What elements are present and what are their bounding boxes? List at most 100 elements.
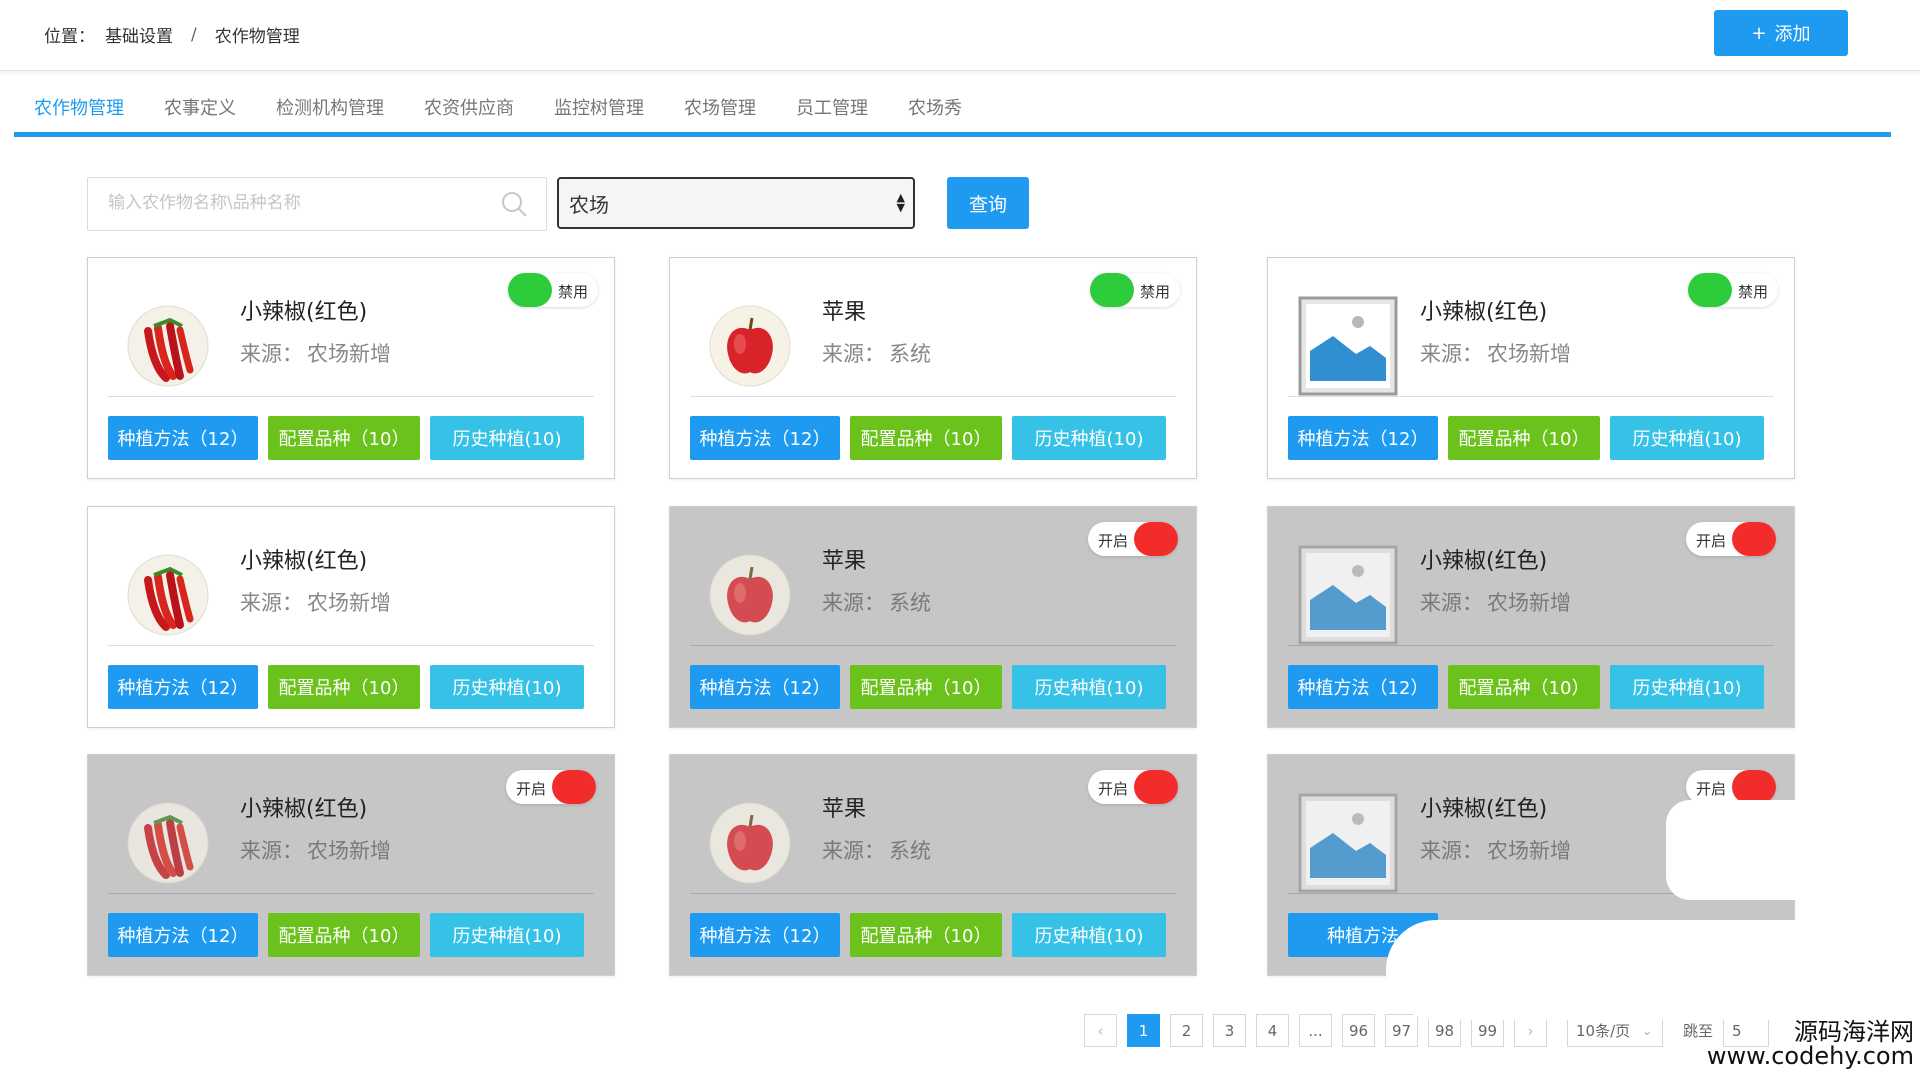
crop-source-label: 来源： [822, 342, 885, 366]
config-variety-button[interactable]: 配置品种（10） [850, 416, 1002, 460]
crop-card: 苹果 来源： 系统 禁用 种植方法（12） 配置品种（10） 历史种植(10) [669, 257, 1197, 479]
crop-source-value: 农场新增 [307, 591, 391, 615]
card-actions: 种植方法（12） 配置品种（10） 历史种植(10) [1288, 665, 1764, 709]
config-variety-button[interactable]: 配置品种（10） [850, 665, 1002, 709]
planting-method-button[interactable]: 种植方法（12） [108, 665, 258, 709]
history-planting-button[interactable]: 历史种植(10) [430, 416, 584, 460]
card-actions: 种植方法（12） 配置品种（10） 历史种植(10) [690, 665, 1166, 709]
config-variety-button[interactable]: 配置品种（10） [268, 416, 420, 460]
page-button[interactable]: 97 [1385, 1014, 1418, 1047]
tab-supplier[interactable]: 农资供应商 [424, 84, 514, 130]
crop-source: 来源： 系统 [822, 338, 931, 368]
crop-source: 来源： 农场新增 [1420, 835, 1571, 865]
history-planting-button[interactable]: 历史种植(10) [430, 913, 584, 957]
crop-source-label: 来源： [1420, 342, 1483, 366]
toggle-knob [1090, 273, 1134, 307]
config-variety-button[interactable]: 配置品种（10） [850, 913, 1002, 957]
crop-name: 小辣椒(红色) [240, 300, 368, 325]
card-divider [690, 396, 1176, 397]
history-planting-button[interactable]: 历史种植(10) [1610, 665, 1764, 709]
tab-crop-management[interactable]: 农作物管理 [34, 84, 124, 130]
prev-page-button[interactable]: ‹ [1084, 1014, 1117, 1047]
card-divider [108, 396, 594, 397]
crop-name: 苹果 [822, 300, 867, 325]
crop-source-label: 来源： [822, 591, 885, 615]
config-variety-button[interactable]: 配置品种（10） [268, 913, 420, 957]
history-planting-button[interactable]: 历史种植(10) [430, 665, 584, 709]
status-toggle[interactable]: 开启 [506, 770, 596, 804]
page-ellipsis[interactable]: ... [1299, 1014, 1332, 1047]
watermark: 源码海洋网 www.codehy.com [1707, 1020, 1914, 1068]
crop-source-value: 系统 [889, 342, 931, 366]
page-button[interactable]: 4 [1256, 1014, 1289, 1047]
query-button[interactable]: 查询 [947, 177, 1029, 229]
crop-name: 小辣椒(红色) [240, 549, 368, 574]
planting-method-button[interactable]: 种植方法（12） [690, 913, 840, 957]
chevron-down-icon: ⌄ [1642, 1023, 1653, 1038]
planting-method-button[interactable]: 种植方法（12） [690, 416, 840, 460]
history-planting-button[interactable]: 历史种植(10) [1012, 665, 1166, 709]
crop-source-value: 系统 [889, 591, 931, 615]
search-input[interactable] [88, 178, 498, 228]
crop-source-value: 农场新增 [1487, 342, 1571, 366]
config-variety-button[interactable]: 配置品种（10） [268, 665, 420, 709]
card-divider [690, 893, 1176, 894]
toggle-knob [552, 770, 596, 804]
search-icon[interactable] [500, 190, 528, 218]
crop-card: 小辣椒(红色) 来源： 农场新增 种植方法（12） 配置品种（10） 历史种植(10… [87, 506, 615, 728]
status-toggle[interactable]: 开启 [1088, 770, 1178, 804]
crop-source-label: 来源： [240, 839, 303, 863]
crop-source-label: 来源： [240, 591, 303, 615]
status-toggle[interactable]: 禁用 [1090, 273, 1180, 307]
config-variety-button[interactable]: 配置品种（10） [1448, 665, 1600, 709]
history-planting-button[interactable]: 历史种植(10) [1610, 416, 1764, 460]
toggle-label: 禁用 [1737, 283, 1768, 301]
farm-select-value: 农场 [569, 192, 609, 217]
page-button[interactable]: 2 [1170, 1014, 1203, 1047]
tab-staff-management[interactable]: 员工管理 [796, 84, 868, 130]
status-toggle[interactable]: 禁用 [1688, 273, 1778, 307]
card-actions: 种植方法（12） 配置品种（10） 历史种植(10) [108, 913, 584, 957]
tab-farming-definition[interactable]: 农事定义 [164, 84, 236, 130]
page-button[interactable]: 3 [1213, 1014, 1246, 1047]
farm-select[interactable]: 农场 ▲ ▼ [557, 177, 915, 229]
top-header: 位置： 基础设置 / 农作物管理 + 添加 [0, 0, 1920, 71]
crop-card: 苹果 来源： 系统 开启 种植方法（12） 配置品种（10） 历史种植(10) [669, 506, 1197, 728]
crop-image [1298, 793, 1398, 893]
card-divider [108, 645, 594, 646]
breadcrumb-item-settings[interactable]: 基础设置 [105, 22, 173, 47]
history-planting-button[interactable]: 历史种植(10) [1012, 913, 1166, 957]
search-box [87, 177, 547, 231]
card-actions: 种植方法（12） 配置品种（10） 历史种植(10) [1288, 416, 1764, 460]
planting-method-button[interactable]: 种植方法（12） [108, 913, 258, 957]
tab-inspection-agency[interactable]: 检测机构管理 [276, 84, 384, 130]
tab-farm-management[interactable]: 农场管理 [684, 84, 756, 130]
crop-source-value: 农场新增 [1487, 839, 1571, 863]
toggle-label: 开启 [1696, 532, 1727, 550]
history-planting-button[interactable]: 历史种植(10) [1012, 416, 1166, 460]
toggle-knob [1688, 273, 1732, 307]
tab-farm-show[interactable]: 农场秀 [908, 84, 962, 130]
config-variety-button[interactable]: 配置品种（10） [1448, 416, 1600, 460]
planting-method-button[interactable]: 种植方法（12） [1288, 665, 1438, 709]
add-button[interactable]: + 添加 [1714, 10, 1848, 56]
planting-method-button[interactable]: 种植方法（12） [108, 416, 258, 460]
page-button[interactable]: 1 [1127, 1014, 1160, 1047]
breadcrumb: 位置： 基础设置 / 农作物管理 [44, 22, 300, 48]
page-button[interactable]: 96 [1342, 1014, 1375, 1047]
toggle-label: 开启 [516, 780, 547, 798]
crop-image [118, 545, 218, 645]
status-toggle[interactable]: 开启 [1686, 522, 1776, 556]
card-divider [1288, 396, 1774, 397]
toggle-knob [1732, 522, 1776, 556]
crop-card: 小辣椒(红色) 来源： 农场新增 禁用 种植方法（12） 配置品种（10） 历史种植… [1267, 257, 1795, 479]
crop-source-label: 来源： [1420, 839, 1483, 863]
toggle-knob [508, 273, 552, 307]
status-toggle[interactable]: 禁用 [508, 273, 598, 307]
tab-monitor-tree[interactable]: 监控树管理 [554, 84, 644, 130]
planting-method-button[interactable]: 种植方法（12） [1288, 416, 1438, 460]
status-toggle[interactable]: 开启 [1686, 770, 1776, 804]
planting-method-button[interactable]: 种植方法（12） [690, 665, 840, 709]
status-toggle[interactable]: 开启 [1088, 522, 1178, 556]
card-actions: 种植方法（12） 配置品种（10） 历史种植(10) [108, 416, 584, 460]
